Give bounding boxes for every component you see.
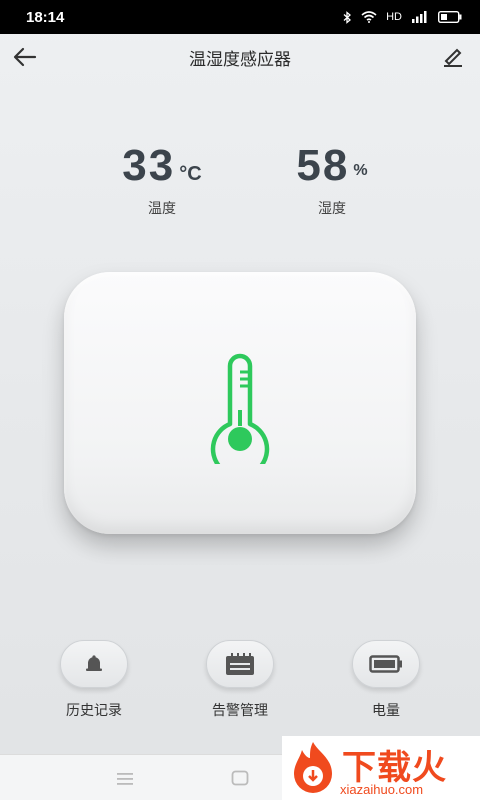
- flame-logo-icon: [294, 742, 332, 793]
- temperature-value: 33: [122, 141, 176, 190]
- history-button[interactable]: [60, 640, 128, 688]
- edit-button[interactable]: [438, 42, 468, 72]
- alarm-label: 告警管理: [212, 703, 268, 719]
- bell-icon: [86, 655, 102, 671]
- home-icon[interactable]: [231, 770, 249, 790]
- battery-label: 电量: [372, 703, 400, 719]
- alarm-button[interactable]: [206, 640, 274, 688]
- battery-icon: [438, 11, 462, 23]
- watermark: 下载火 xiazaihuo.com: [282, 736, 480, 800]
- battery-icon: [369, 655, 402, 673]
- history-label: 历史记录: [66, 703, 122, 719]
- temperature-label: 温度: [148, 201, 176, 217]
- sensor-panel[interactable]: [64, 272, 416, 534]
- page-title: 温湿度感应器: [189, 49, 291, 70]
- thermometer-icon: [210, 353, 270, 464]
- app-bar: 温湿度感应器: [0, 34, 480, 80]
- bluetooth-icon: [343, 10, 352, 24]
- humidity-unit: %: [353, 162, 368, 179]
- status-time: 18:14: [26, 8, 65, 26]
- menu-icon[interactable]: [116, 771, 134, 790]
- calendar-icon: [226, 653, 254, 675]
- humidity-label: 湿度: [318, 201, 346, 217]
- arrow-left-icon: [13, 47, 37, 67]
- temperature-unit: °C: [179, 163, 202, 185]
- battery-action[interactable]: 电量: [331, 640, 441, 720]
- status-bar: 18:14 HD: [0, 0, 480, 34]
- humidity-value: 58: [296, 141, 350, 190]
- back-button[interactable]: [10, 42, 40, 72]
- temperature-reading: 33 °C 温度: [82, 142, 242, 218]
- watermark-subtext: xiazaihuo.com: [340, 782, 424, 797]
- network-label: HD: [386, 11, 402, 23]
- signal-icon: [411, 11, 429, 23]
- alarm-action[interactable]: 告警管理: [185, 640, 295, 720]
- wifi-icon: [361, 11, 377, 23]
- battery-button[interactable]: [352, 640, 420, 688]
- humidity-reading: 58 % 湿度: [252, 142, 412, 218]
- pencil-icon: [444, 48, 462, 67]
- history-action[interactable]: 历史记录: [39, 640, 149, 720]
- status-icons: HD: [343, 10, 462, 24]
